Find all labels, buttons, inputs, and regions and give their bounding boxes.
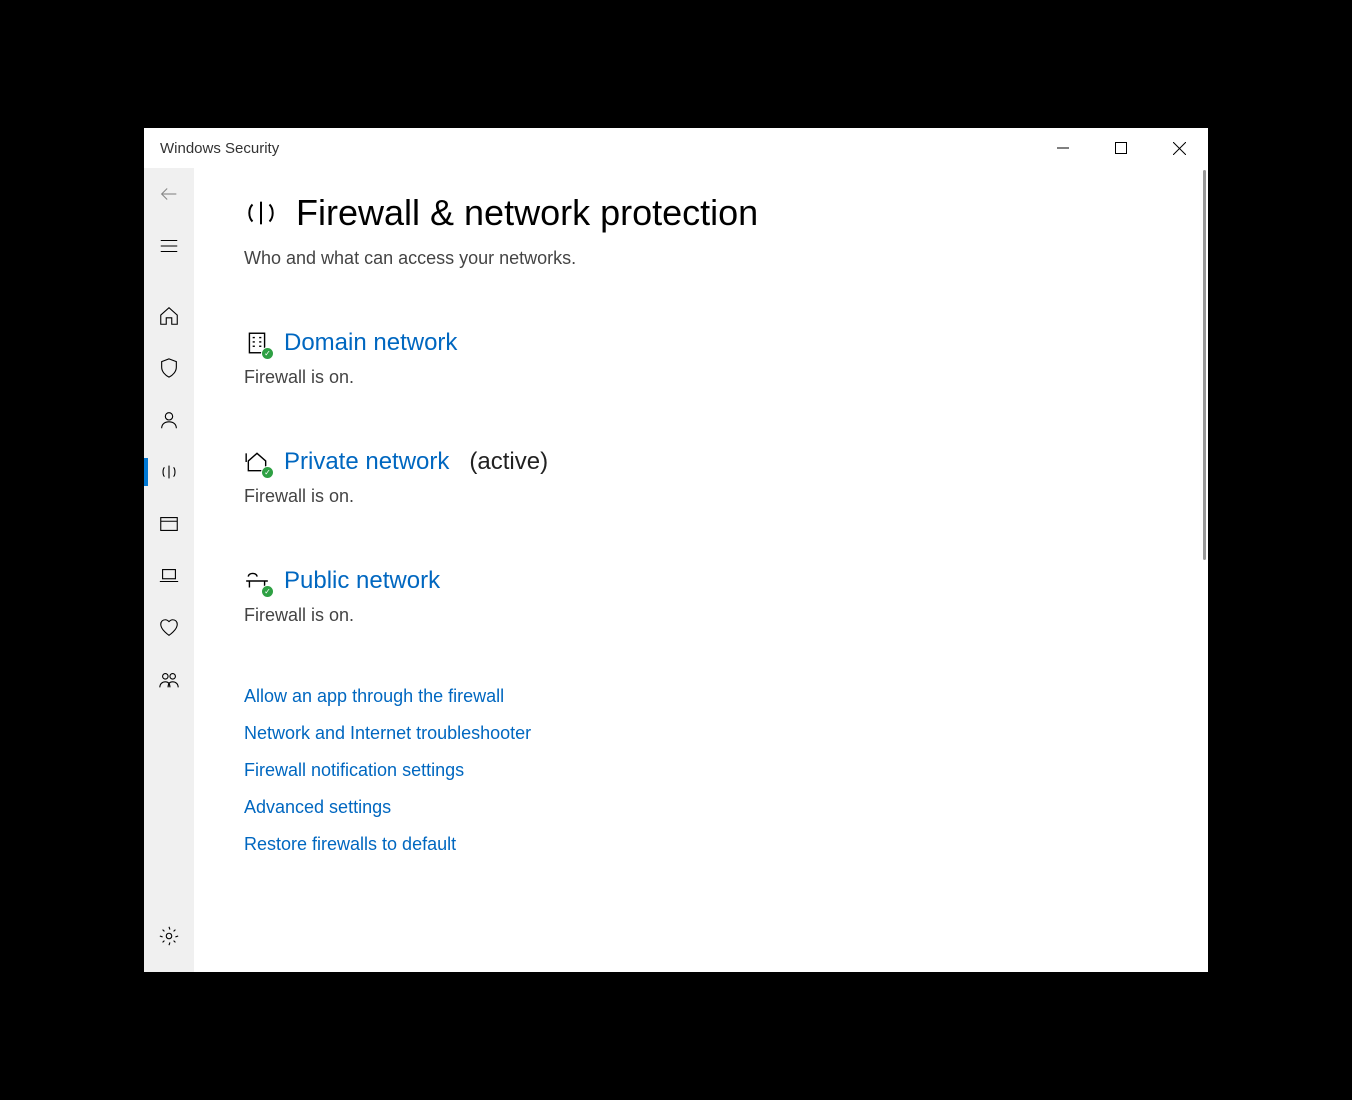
close-icon <box>1173 142 1186 155</box>
public-network-section: Public network Firewall is on. <box>244 567 1168 626</box>
domain-network-header: Domain network <box>244 329 1168 357</box>
sidebar <box>144 168 194 972</box>
private-network-active-label: (active) <box>469 448 548 476</box>
domain-network-status: Firewall is on. <box>244 367 1168 388</box>
domain-network-icon-wrap <box>244 330 270 356</box>
laptop-icon <box>158 565 180 587</box>
maximize-button[interactable] <box>1092 128 1150 168</box>
private-network-status: Firewall is on. <box>244 486 1168 507</box>
restore-defaults-link[interactable]: Restore firewalls to default <box>244 834 1168 855</box>
page-subtitle: Who and what can access your networks. <box>244 248 1168 269</box>
sidebar-item-virus-protection[interactable] <box>144 342 194 394</box>
sidebar-item-family-options[interactable] <box>144 654 194 706</box>
sidebar-item-settings[interactable] <box>144 910 194 962</box>
notification-settings-link[interactable]: Firewall notification settings <box>244 760 1168 781</box>
links-list: Allow an app through the firewall Networ… <box>244 686 1168 855</box>
status-ok-icon <box>261 347 274 360</box>
person-icon <box>158 409 180 431</box>
main-content: Firewall & network protection Who and wh… <box>194 168 1208 972</box>
sidebar-item-device-security[interactable] <box>144 550 194 602</box>
advanced-settings-link[interactable]: Advanced settings <box>244 797 1168 818</box>
heart-icon <box>158 617 180 639</box>
app-window-icon <box>158 513 180 535</box>
public-network-status: Firewall is on. <box>244 605 1168 626</box>
window-controls <box>1034 128 1208 168</box>
public-network-icon-wrap <box>244 568 270 594</box>
scrollbar[interactable] <box>1203 170 1206 560</box>
status-ok-icon <box>261 466 274 479</box>
sidebar-bottom <box>144 910 194 962</box>
sidebar-item-home[interactable] <box>144 290 194 342</box>
minimize-button[interactable] <box>1034 128 1092 168</box>
menu-button[interactable] <box>144 220 194 272</box>
home-icon <box>158 305 180 327</box>
firewall-header-icon <box>244 196 278 230</box>
titlebar: Windows Security <box>144 128 1208 168</box>
sidebar-item-app-browser-control[interactable] <box>144 498 194 550</box>
sidebar-item-account-protection[interactable] <box>144 394 194 446</box>
page-title: Firewall & network protection <box>296 192 758 234</box>
shield-icon <box>158 357 180 379</box>
sidebar-item-firewall[interactable] <box>144 446 194 498</box>
firewall-icon <box>158 461 180 483</box>
domain-network-section: Domain network Firewall is on. <box>244 329 1168 388</box>
family-icon <box>158 669 180 691</box>
gear-icon <box>158 925 180 947</box>
back-button[interactable] <box>144 168 194 220</box>
private-network-link[interactable]: Private network <box>284 448 449 476</box>
private-network-header: Private network (active) <box>244 448 1168 476</box>
private-network-icon-wrap <box>244 449 270 475</box>
private-network-section: Private network (active) Firewall is on. <box>244 448 1168 507</box>
minimize-icon <box>1057 142 1069 154</box>
sidebar-item-device-performance[interactable] <box>144 602 194 654</box>
domain-network-link[interactable]: Domain network <box>284 329 457 357</box>
window-title: Windows Security <box>160 140 279 157</box>
windows-security-window: Windows Security <box>144 128 1208 972</box>
public-network-link[interactable]: Public network <box>284 567 440 595</box>
page-header: Firewall & network protection <box>244 192 1168 234</box>
maximize-icon <box>1115 142 1127 154</box>
troubleshooter-link[interactable]: Network and Internet troubleshooter <box>244 723 1168 744</box>
sidebar-top <box>144 168 194 706</box>
public-network-header: Public network <box>244 567 1168 595</box>
back-arrow-icon <box>158 183 180 205</box>
app-body: Firewall & network protection Who and wh… <box>144 168 1208 972</box>
close-button[interactable] <box>1150 128 1208 168</box>
status-ok-icon <box>261 585 274 598</box>
allow-app-link[interactable]: Allow an app through the firewall <box>244 686 1168 707</box>
hamburger-icon <box>158 235 180 257</box>
